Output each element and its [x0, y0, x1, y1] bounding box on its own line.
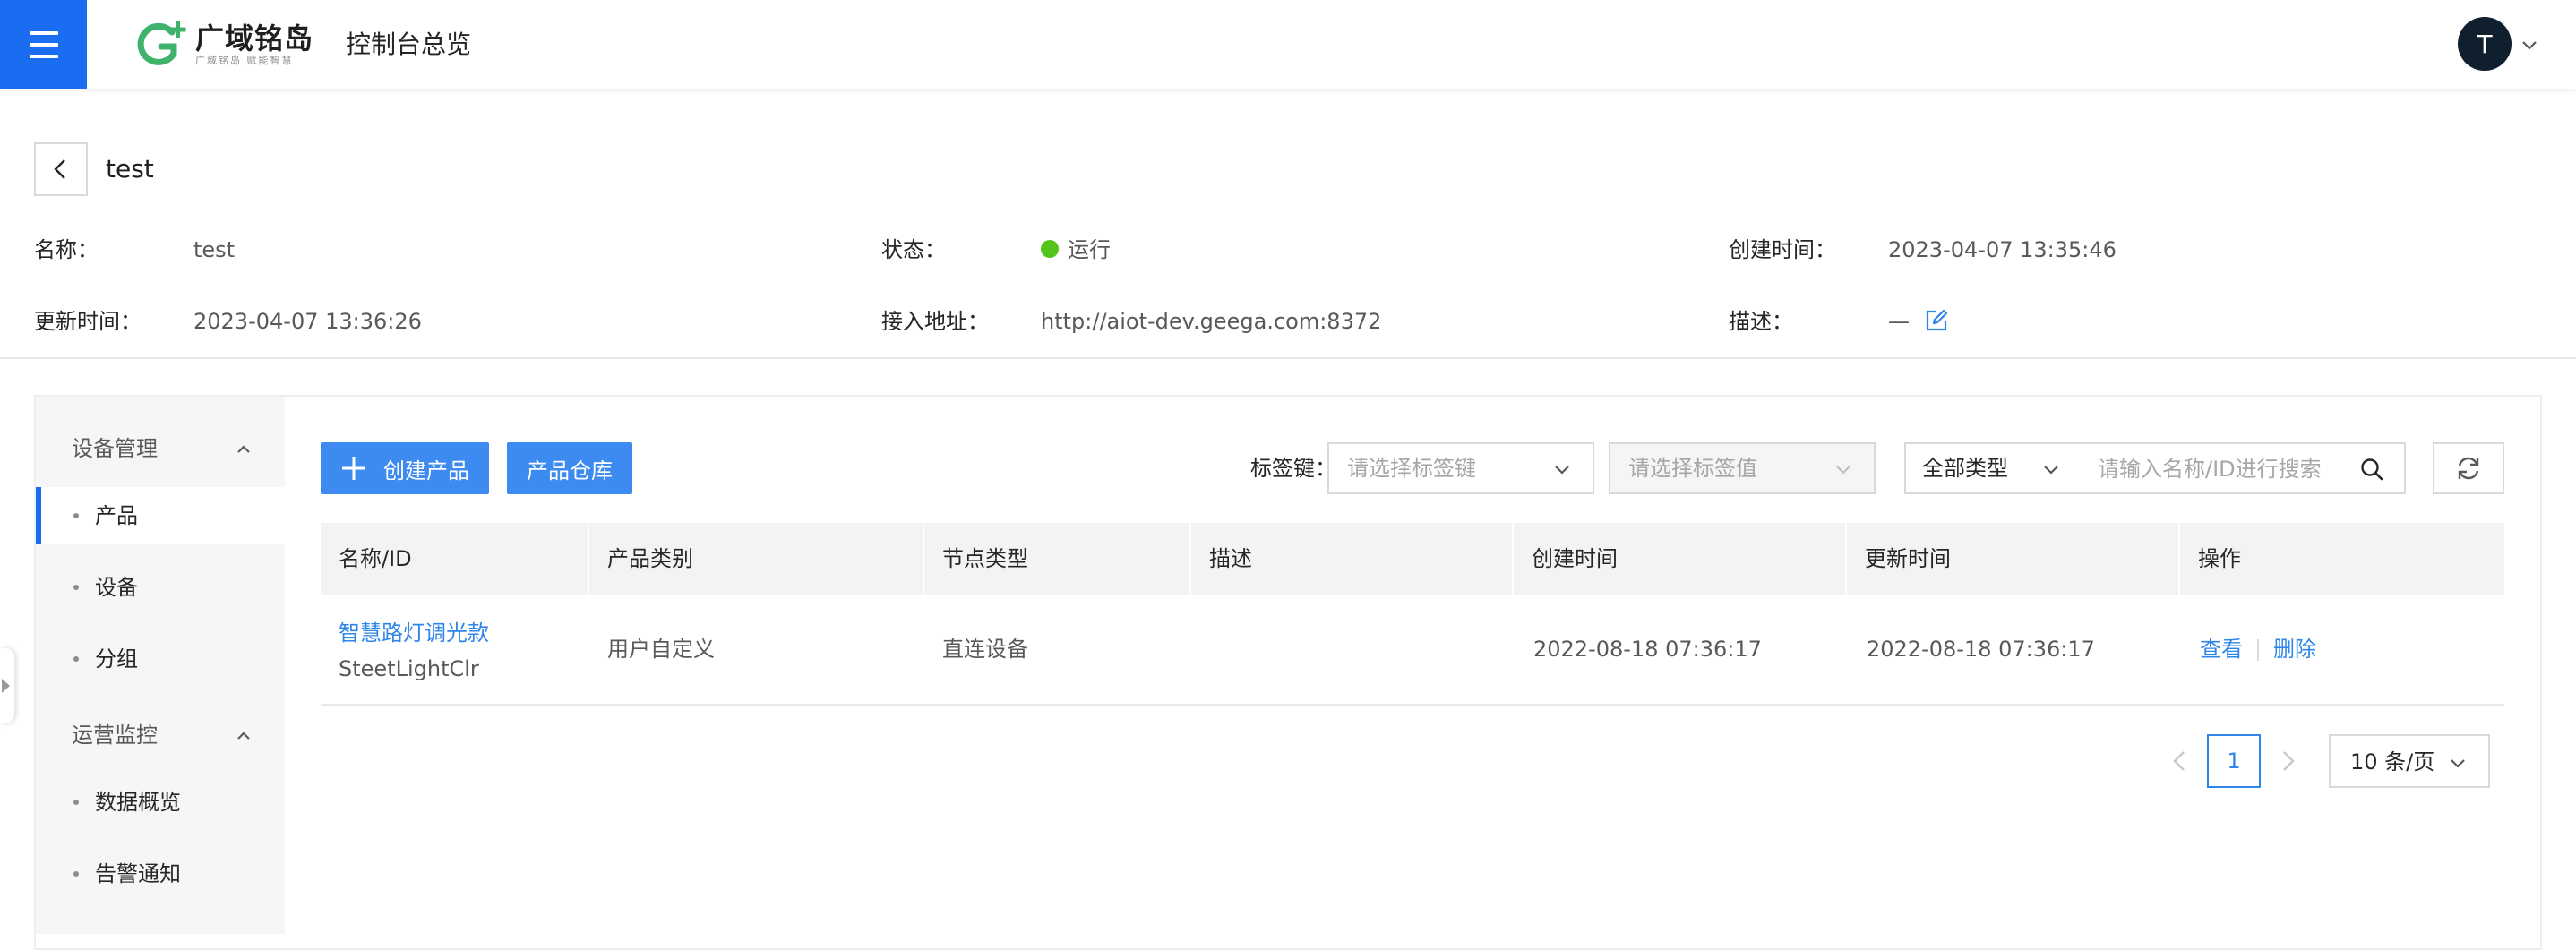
access-address-value: http://aiot-dev.geega.com:8372	[1041, 309, 1382, 334]
sidebar-item-alarm-notice[interactable]: 告警通知	[36, 845, 285, 903]
tag-key-select[interactable]: 请选择标签键	[1327, 442, 1594, 494]
tag-key-placeholder: 请选择标签键	[1347, 456, 1476, 481]
plus-icon	[342, 457, 365, 480]
tag-value-select[interactable]: 请选择标签值	[1609, 442, 1876, 494]
caret-right-icon	[2, 679, 10, 693]
refresh-button[interactable]	[2433, 442, 2504, 494]
description-label: 描述：	[1729, 309, 1793, 334]
name-value: test	[193, 237, 236, 262]
chevron-down-icon	[2044, 466, 2058, 475]
sidebar-nav: 设备管理 产品 设备 分组 运营监控 数据概览 告警通知	[36, 397, 285, 934]
column-header-category: 产品类别	[607, 546, 693, 571]
tag-key-label: 标签键：	[1250, 456, 1336, 481]
product-type-select[interactable]: 全部类型	[1904, 442, 2083, 494]
access-address-label: 接入地址：	[881, 309, 989, 334]
column-header-name-id: 名称/ID	[339, 546, 412, 571]
sidebar-item-label: 产品	[95, 503, 138, 528]
action-divider	[2257, 639, 2259, 661]
page-number-button[interactable]: 1	[2207, 734, 2261, 788]
page-title: test	[106, 154, 154, 184]
logo-slogan: 广域铭岛 赋能智慧	[195, 55, 294, 66]
search-box	[2082, 442, 2406, 494]
column-header-created: 创建时间	[1532, 546, 1618, 571]
column-header-actions: 操作	[2198, 546, 2241, 571]
create-product-button[interactable]: 创建产品	[321, 442, 489, 494]
user-avatar[interactable]: T	[2458, 17, 2512, 71]
page-size-select[interactable]: 10 条/页	[2329, 734, 2490, 788]
edit-icon[interactable]	[1924, 308, 1949, 333]
page-size-value: 10 条/页	[2350, 749, 2435, 775]
menu-line	[29, 42, 58, 47]
sidebar-item-product[interactable]: 产品	[36, 487, 285, 544]
menu-line	[29, 30, 58, 35]
status-indicator	[1041, 240, 1059, 258]
nav-group-device-management[interactable]: 设备管理	[36, 423, 285, 476]
bullet-icon	[73, 871, 79, 877]
chevron-up-icon	[237, 732, 250, 740]
product-name-link[interactable]: 智慧路灯调光款	[339, 618, 489, 648]
sidebar-item-label: 告警通知	[95, 861, 181, 886]
logo-text: 广域铭岛 广域铭岛 赋能智慧	[195, 22, 313, 67]
active-indicator	[36, 487, 41, 544]
updated-time: 2022-08-18 07:36:17	[1867, 637, 2095, 662]
sidebar-expand-handle[interactable]	[0, 648, 14, 723]
brand-logo[interactable]: 广域铭岛 广域铭岛 赋能智慧	[133, 20, 313, 70]
prev-page-icon[interactable]	[2166, 747, 2194, 775]
node-type: 直连设备	[942, 637, 1028, 662]
bullet-icon	[73, 513, 79, 518]
tag-value-placeholder: 请选择标签值	[1628, 456, 1757, 481]
description-value: —	[1888, 309, 1910, 334]
bullet-icon	[73, 656, 79, 662]
nav-group-label: 设备管理	[72, 436, 158, 461]
sidebar-item-label: 数据概览	[95, 790, 181, 815]
created-time: 2022-08-18 07:36:17	[1533, 637, 1762, 662]
menu-line	[29, 54, 58, 58]
name-label: 名称：	[34, 237, 99, 262]
status-label: 状态：	[881, 237, 946, 262]
delete-link[interactable]: 删除	[2273, 634, 2316, 664]
back-button[interactable]	[34, 142, 88, 196]
chevron-down-icon	[2451, 759, 2465, 768]
nav-group-operation-monitoring[interactable]: 运营监控	[36, 709, 285, 763]
chevron-down-icon[interactable]	[2519, 34, 2540, 56]
logo-mark-icon	[137, 21, 186, 65]
table-header: 名称/ID 产品类别 节点类型 描述 创建时间 更新时间 操作	[321, 523, 2504, 595]
product-type-value: 全部类型	[1922, 456, 2008, 481]
column-header-description: 描述	[1209, 546, 1252, 571]
sidebar-item-group[interactable]: 分组	[36, 630, 285, 688]
hamburger-menu-icon[interactable]	[0, 0, 87, 89]
product-warehouse-button[interactable]: 产品仓库	[507, 442, 632, 494]
chevron-up-icon	[237, 445, 250, 453]
nav-group-label: 运营监控	[72, 723, 158, 748]
sidebar-item-device[interactable]: 设备	[36, 559, 285, 616]
search-input[interactable]	[2098, 453, 2348, 485]
chevron-left-icon	[54, 159, 65, 179]
sidebar-item-label: 分组	[95, 646, 138, 672]
bullet-icon	[73, 800, 79, 805]
chevron-down-icon	[1836, 466, 1850, 475]
updated-time-value: 2023-04-07 13:36:26	[193, 309, 422, 334]
status-value: 运行	[1068, 237, 1111, 262]
sidebar-item-label: 设备	[95, 575, 138, 600]
console-overview-title[interactable]: 控制台总览	[346, 27, 471, 63]
section-divider	[0, 357, 2576, 359]
column-header-updated: 更新时间	[1865, 546, 1951, 571]
product-id: SteetLightClr	[339, 656, 479, 681]
created-time-value: 2023-04-07 13:35:46	[1888, 237, 2117, 262]
refresh-icon	[2458, 457, 2479, 480]
updated-time-label: 更新时间：	[34, 309, 142, 334]
sidebar-item-data-overview[interactable]: 数据概览	[36, 774, 285, 831]
created-time-label: 创建时间：	[1729, 237, 1836, 262]
next-page-icon[interactable]	[2273, 747, 2302, 775]
logo-name: 广域铭岛	[195, 21, 314, 56]
top-bar: 广域铭岛 广域铭岛 赋能智慧 控制台总览 T	[0, 0, 2576, 89]
create-product-label: 创建产品	[383, 458, 469, 484]
search-icon[interactable]	[2359, 457, 2384, 482]
chevron-down-icon	[1555, 466, 1569, 475]
view-link[interactable]: 查看	[2200, 634, 2243, 664]
column-header-node-type: 节点类型	[942, 546, 1028, 571]
bullet-icon	[73, 585, 79, 590]
product-category: 用户自定义	[607, 637, 715, 662]
